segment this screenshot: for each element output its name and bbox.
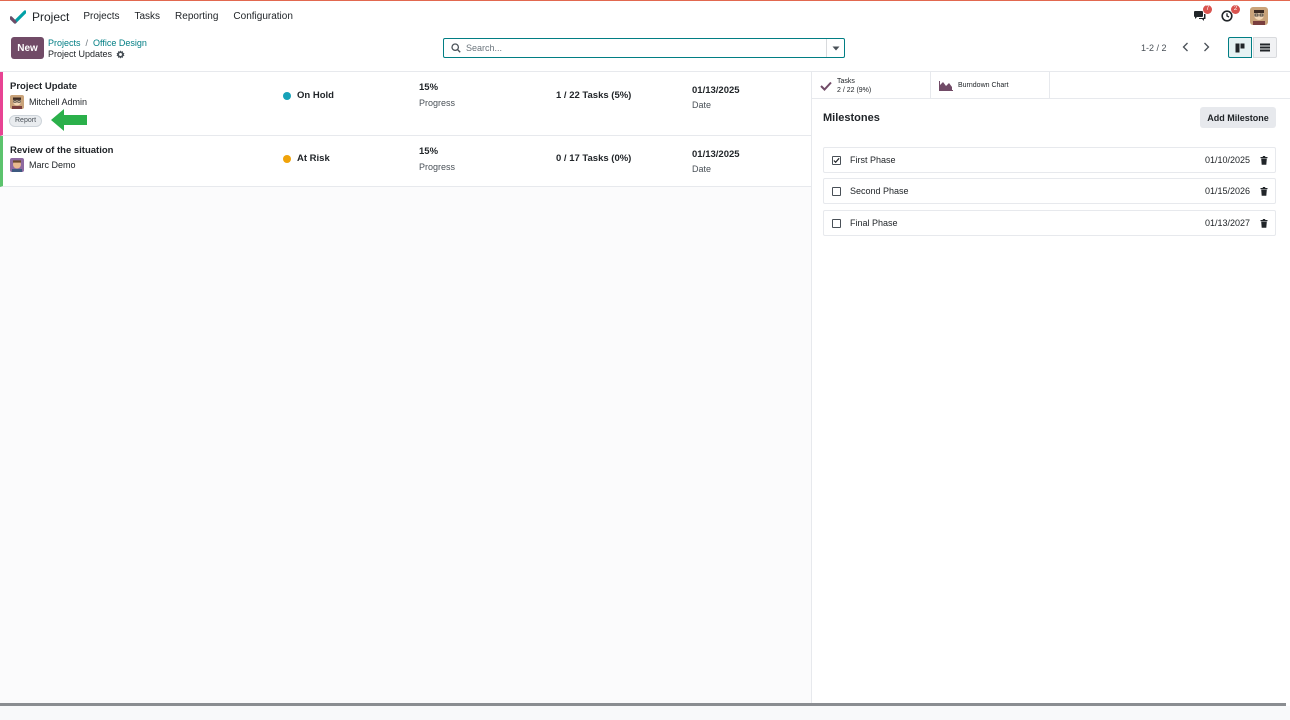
report-tag: Report xyxy=(9,115,43,127)
chevron-right-icon xyxy=(1203,42,1209,52)
search-icon xyxy=(451,43,461,53)
milestone-name[interactable]: Second Phase xyxy=(850,186,1205,196)
milestone-date: 01/13/2027 xyxy=(1204,218,1250,228)
check-icon xyxy=(833,157,840,163)
page-title-text: Project Updates xyxy=(48,49,113,59)
user-avatar-icon xyxy=(1250,7,1268,25)
date-label: Date xyxy=(692,164,712,174)
chevron-left-icon xyxy=(1182,42,1188,52)
arrow-left-icon xyxy=(51,109,88,134)
update-title: Project Update xyxy=(10,81,78,92)
caret-down-icon xyxy=(832,46,839,50)
milestone-name[interactable]: First Phase xyxy=(850,155,1205,165)
update-author: Marc Demo xyxy=(10,158,76,172)
app-brand[interactable]: Project xyxy=(9,9,70,25)
date-value: 01/13/2025 xyxy=(692,149,740,160)
tasks-stat-text: Tasks 2 / 22 (9%) xyxy=(837,77,871,95)
date-label: Date xyxy=(692,100,712,110)
updates-list: Project Update Mitchell Admin Report On … xyxy=(0,71,812,704)
trash-icon[interactable] xyxy=(1260,155,1268,165)
bottom-strip xyxy=(0,706,1290,720)
milestone-date: 01/15/2026 xyxy=(1204,186,1250,196)
status-dot xyxy=(283,91,291,100)
milestone-checkbox[interactable] xyxy=(832,186,841,196)
milestone-checkbox[interactable] xyxy=(832,155,841,165)
control-panel: New Projects / Office Design Project Upd… xyxy=(0,32,1290,70)
menu-projects[interactable]: Projects xyxy=(83,11,119,22)
add-milestone-button[interactable]: Add Milestone xyxy=(1200,107,1276,128)
search-bar xyxy=(443,38,845,58)
check-icon xyxy=(820,81,832,91)
update-row[interactable]: Review of the situation Marc Demo At Ris… xyxy=(0,136,811,187)
tasks-stat-button[interactable]: Tasks 2 / 22 (9%) xyxy=(812,72,931,99)
author-name: Mitchell Admin xyxy=(29,97,88,107)
search-options-toggle[interactable] xyxy=(826,39,844,57)
progress-label: Progress xyxy=(419,98,456,108)
milestone-row[interactable]: Second Phase 01/15/2026 xyxy=(823,178,1276,204)
new-button[interactable]: New xyxy=(11,37,44,59)
avatar xyxy=(10,95,24,109)
messages-badge: 7 xyxy=(1203,5,1212,14)
project-side-panel: Tasks 2 / 22 (9%) Burndown Chart Milesto… xyxy=(812,71,1290,704)
milestone-row[interactable]: First Phase 01/10/2025 xyxy=(823,147,1276,173)
project-app-icon xyxy=(9,9,27,25)
list-view-button[interactable] xyxy=(1253,37,1277,58)
burndown-label: Burndown Chart xyxy=(958,82,1009,89)
milestone-checkbox[interactable] xyxy=(832,218,841,228)
milestone-row[interactable]: Final Phase 01/13/2027 xyxy=(823,210,1276,236)
pager-previous-button[interactable] xyxy=(1178,40,1192,54)
app-name: Project xyxy=(32,9,70,24)
status-text: At Risk xyxy=(297,153,330,164)
tasks-summary: 0 / 17 Tasks (0%) xyxy=(556,153,632,164)
activities-badge: 2 xyxy=(1231,5,1240,14)
user-avatar-icon xyxy=(10,158,24,172)
user-avatar-icon xyxy=(10,95,24,109)
menu-reporting[interactable]: Reporting xyxy=(175,11,218,22)
systray: 7 2 xyxy=(1180,5,1268,25)
milestone-date: 01/10/2025 xyxy=(1204,155,1250,165)
tasks-stat-title: Tasks xyxy=(837,77,855,85)
burndown-chart-button[interactable]: Burndown Chart xyxy=(931,72,1050,99)
status-text: On Hold xyxy=(297,90,334,101)
trash-icon[interactable] xyxy=(1260,218,1268,228)
area-chart-icon xyxy=(939,80,953,91)
tasks-stat-value: 2 / 22 (9%) xyxy=(837,86,872,94)
breadcrumb-office-design[interactable]: Office Design xyxy=(93,38,147,48)
date-value: 01/13/2025 xyxy=(692,85,740,96)
page-title: Project Updates xyxy=(48,49,125,59)
avatar xyxy=(10,158,24,172)
kanban-icon xyxy=(1235,43,1245,52)
progress-label: Progress xyxy=(419,162,456,172)
breadcrumb: Projects / Office Design xyxy=(48,38,147,48)
main-menu: Projects Tasks Reporting Configuration xyxy=(83,11,308,22)
breadcrumb-projects[interactable]: Projects xyxy=(48,38,81,48)
menu-configuration[interactable]: Configuration xyxy=(233,11,292,22)
top-navbar: Project Projects Tasks Reporting Configu… xyxy=(0,0,1290,32)
messages-button[interactable]: 7 xyxy=(1190,5,1212,25)
update-row[interactable]: Project Update Mitchell Admin Report On … xyxy=(0,72,811,136)
stat-buttons: Tasks 2 / 22 (9%) Burndown Chart xyxy=(812,72,1290,99)
progress-value: 15% xyxy=(419,82,439,93)
tasks-summary: 1 / 22 Tasks (5%) xyxy=(556,90,632,101)
trash-icon[interactable] xyxy=(1260,186,1268,196)
milestones-heading: Milestones xyxy=(823,112,880,124)
milestone-name[interactable]: Final Phase xyxy=(850,218,1205,228)
status-badge: At Risk xyxy=(283,153,330,164)
pager-value[interactable]: 1-2 / 2 xyxy=(1141,43,1167,53)
status-dot xyxy=(283,154,291,163)
list-icon xyxy=(1260,43,1270,52)
author-name: Marc Demo xyxy=(29,160,76,170)
gear-icon[interactable] xyxy=(116,49,125,59)
progress-value: 15% xyxy=(419,146,439,157)
kanban-view-button[interactable] xyxy=(1228,37,1252,58)
pager-next-button[interactable] xyxy=(1199,40,1213,54)
activities-button[interactable]: 2 xyxy=(1218,5,1240,25)
user-avatar-menu[interactable] xyxy=(1250,7,1268,25)
breadcrumb-separator: / xyxy=(85,38,89,48)
status-badge: On Hold xyxy=(283,90,334,101)
update-author: Mitchell Admin xyxy=(10,95,87,109)
update-title: Review of the situation xyxy=(10,145,114,156)
menu-tasks[interactable]: Tasks xyxy=(134,11,160,22)
search-input[interactable] xyxy=(466,43,826,53)
